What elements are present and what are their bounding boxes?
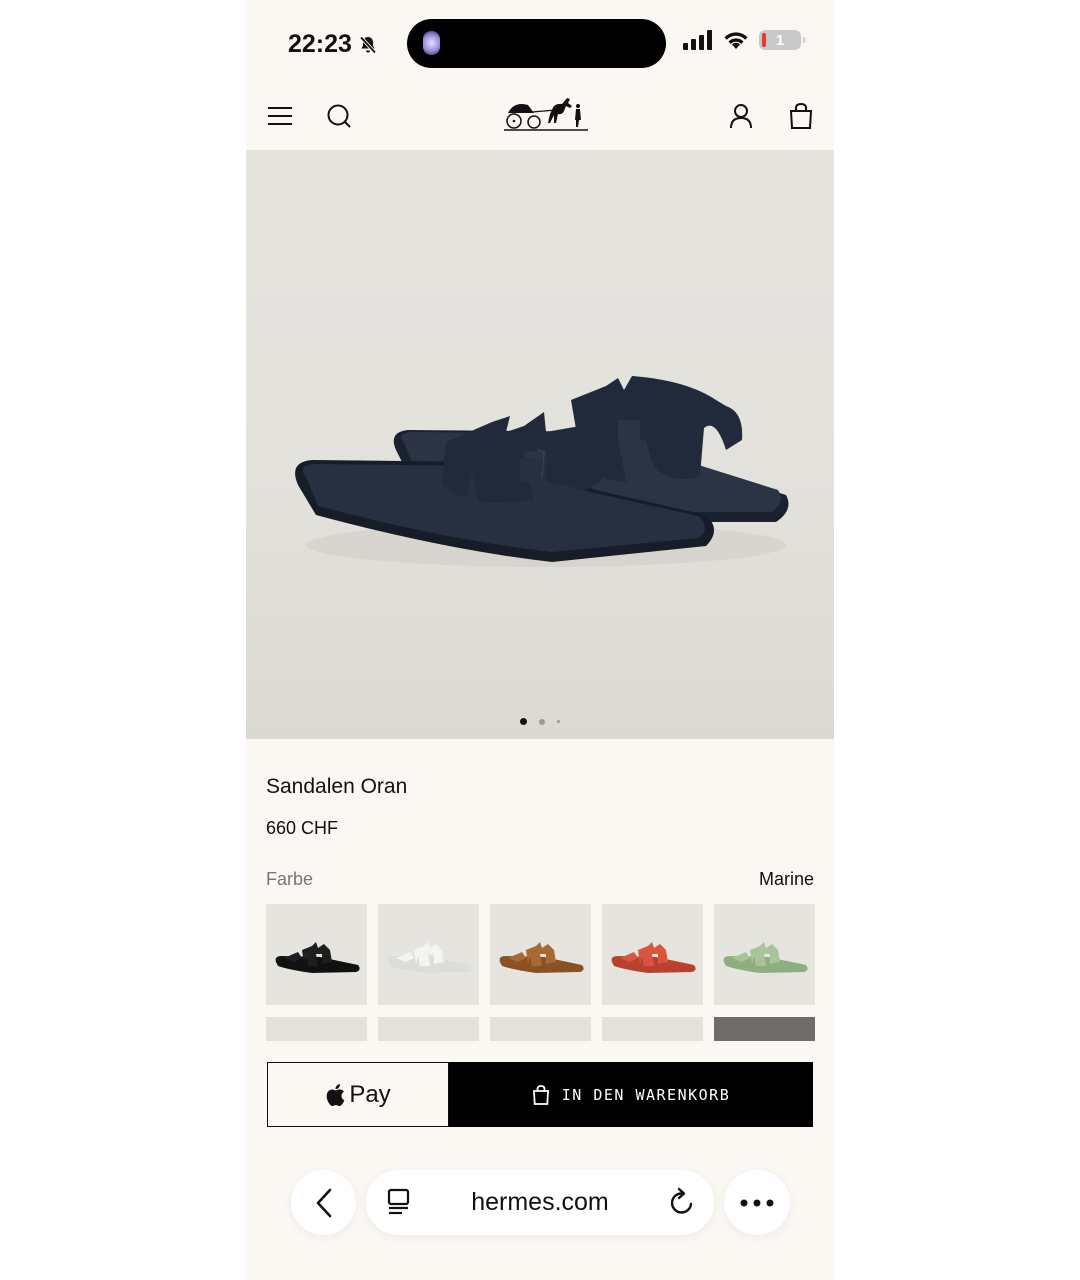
sandal-product-image	[295, 376, 789, 567]
search-icon[interactable]	[324, 101, 354, 131]
color-swatch-partial[interactable]	[490, 1017, 591, 1041]
color-swatch-partial[interactable]	[266, 1017, 367, 1041]
user-icon[interactable]	[726, 101, 756, 131]
product-image-gallery[interactable]	[246, 150, 834, 739]
menu-icon[interactable]	[266, 101, 296, 131]
wifi-icon	[724, 32, 748, 49]
pagination-dot-active[interactable]	[520, 718, 527, 725]
status-indicators: 1	[683, 30, 805, 50]
chevron-left-icon	[316, 1188, 331, 1217]
battery-icon: 1	[759, 30, 805, 50]
color-swatch-partial[interactable]	[714, 1017, 815, 1041]
add-to-cart-label: IN DEN WARENKORB	[561, 1085, 731, 1104]
sandal-thumbnail	[611, 942, 696, 973]
pagination-dot[interactable]	[557, 720, 560, 723]
color-swatch-white[interactable]	[378, 904, 479, 1005]
status-time-text: 22:23	[288, 30, 352, 58]
sandal-thumbnail	[723, 942, 808, 973]
browser-more-button[interactable]	[724, 1170, 790, 1235]
shopping-bag-icon[interactable]	[786, 101, 816, 131]
apple-pay-label: Pay	[349, 1080, 391, 1108]
sandal-thumbnail	[499, 942, 584, 973]
color-label: Farbe	[266, 869, 314, 889]
gallery-pagination	[246, 718, 834, 725]
apple-logo-icon	[327, 1083, 345, 1106]
color-swatches	[266, 904, 815, 1005]
color-swatch-red[interactable]	[602, 904, 703, 1005]
color-swatch-partial[interactable]	[378, 1017, 479, 1041]
color-swatch-black[interactable]	[266, 904, 367, 1005]
phone-screen: 22:23 1 Sandalen Oran 660 CHF Farbe Mari…	[246, 0, 834, 1280]
status-time: 22:23	[288, 30, 378, 59]
bell-slash-icon	[359, 35, 377, 54]
horse-carriage-logo-icon[interactable]	[504, 93, 588, 133]
selected-color: Marine	[758, 869, 814, 889]
color-swatches-row-2	[266, 1017, 815, 1041]
dynamic-island	[407, 19, 666, 68]
battery-level: 1	[775, 31, 785, 49]
color-swatch-tan[interactable]	[490, 904, 591, 1005]
sandal-thumbnail	[275, 942, 360, 973]
ellipsis-icon	[740, 1199, 774, 1206]
pagination-dot[interactable]	[539, 718, 545, 725]
add-to-cart-button[interactable]: IN DEN WARENKORB	[449, 1062, 813, 1127]
sandal-thumbnail	[387, 942, 472, 973]
reload-icon[interactable]	[668, 1187, 696, 1217]
url-text: hermes.com	[471, 1188, 609, 1216]
product-title: Sandalen Oran	[266, 775, 408, 798]
address-bar[interactable]: hermes.com	[366, 1170, 714, 1235]
product-price: 660 CHF	[266, 818, 339, 838]
flashlight-indicator-icon	[423, 31, 440, 55]
cellular-signal-icon	[683, 30, 712, 50]
color-swatch-sage[interactable]	[714, 904, 815, 1005]
apple-pay-button[interactable]: Pay	[267, 1062, 449, 1127]
browser-back-button[interactable]	[291, 1170, 356, 1235]
color-swatch-partial[interactable]	[602, 1017, 703, 1041]
purchase-actions: Pay IN DEN WARENKORB	[267, 1062, 813, 1127]
shopping-bag-icon	[532, 1084, 549, 1105]
